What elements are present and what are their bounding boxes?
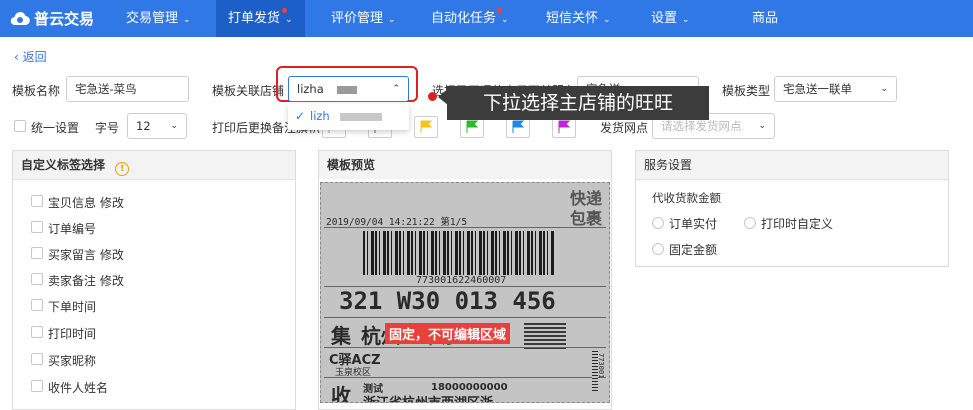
radio-label: 固定金额 <box>669 243 718 257</box>
chevron-down-icon: ⌄ <box>603 15 611 25</box>
receiver-address: 浙江省杭州市西湖区浙 <box>363 392 493 402</box>
back-link[interactable]: ‹ 返回 <box>14 48 47 65</box>
callout-dot <box>428 92 437 101</box>
notification-dot <box>497 8 502 13</box>
redacted-text <box>337 86 357 94</box>
print-datetime: 2019/09/04 14:21:22 第1/5 <box>326 217 468 228</box>
font-size-select[interactable]: 12 ⌄ <box>127 113 187 139</box>
tag-checkbox[interactable] <box>31 273 43 285</box>
store-label: 模板关联店铺 <box>212 84 285 98</box>
divider <box>324 347 606 348</box>
cod-amount-label: 代收货款金额 <box>652 191 721 205</box>
nav-item-trade[interactable]: 交易管理 ⌄ <box>126 0 191 37</box>
chevron-down-icon: ⌄ <box>501 15 509 25</box>
tag-label: 宝贝信息 修改 <box>48 196 124 210</box>
fixed-area-notice: 固定，不可编辑区域 <box>385 323 511 344</box>
divider <box>324 317 606 318</box>
nav-item-automation[interactable]: 自动化任务 ⌄ <box>431 0 509 37</box>
barcode <box>363 231 555 275</box>
chevron-down-icon: ⌄ <box>682 15 690 25</box>
type-label: 模板类型 <box>722 84 771 98</box>
tag-label: 买家昵称 <box>48 354 97 368</box>
chevron-down-icon: ⌄ <box>880 84 888 94</box>
tag-label: 买家留言 修改 <box>48 248 124 262</box>
store-dropdown-menu: ✓ lizh <box>288 104 409 130</box>
radio-order-paid[interactable] <box>652 217 664 229</box>
nav-item-products[interactable]: 商品 <box>752 0 778 37</box>
collect-char: 集 <box>331 324 351 348</box>
chevron-left-icon: ‹ <box>14 50 23 64</box>
chevron-down-icon: ⌄ <box>183 15 191 25</box>
store-select[interactable]: lizha ⌃ <box>288 76 409 102</box>
tag-label: 打印时间 <box>48 327 97 341</box>
tag-label: 订单编号 <box>48 222 97 236</box>
unified-setting-checkbox[interactable] <box>14 120 26 132</box>
tag-checkbox[interactable] <box>31 353 43 365</box>
template-name-input[interactable]: 宅急送-菜鸟 <box>66 76 189 102</box>
type-select[interactable]: 宅急送一联单 ⌄ <box>774 76 897 102</box>
tag-checkbox[interactable] <box>31 247 43 259</box>
receive-char: 收 <box>331 384 351 403</box>
flag-icon <box>420 120 432 133</box>
panel-header: 服务设置 <box>636 151 948 180</box>
tag-checkbox[interactable] <box>31 380 43 392</box>
flag-yellow-option[interactable] <box>414 116 438 138</box>
brand-logo[interactable]: 普云交易 <box>10 8 94 29</box>
side-number: 773001 <box>597 353 605 379</box>
store-option[interactable]: lizh <box>310 109 330 123</box>
package-text: 包裹 <box>569 209 602 228</box>
radio-label: 打印时自定义 <box>761 217 834 231</box>
info-circle-icon[interactable]: ! <box>115 162 130 176</box>
template-name-label: 模板名称 <box>12 84 61 98</box>
tag-checkbox[interactable] <box>31 221 43 233</box>
nav-item-print-ship[interactable]: 打单发货 ⌄ <box>216 0 305 37</box>
barcode-number: 773001622460007 <box>416 275 507 286</box>
nav-item-settings[interactable]: 设置 ⌄ <box>651 0 690 37</box>
cloud-logo-icon <box>10 11 30 25</box>
chevron-down-icon: ⌄ <box>170 121 178 131</box>
brand-name: 普云交易 <box>34 10 95 28</box>
redacted-text <box>340 113 382 121</box>
outlet-label: 发货网点 <box>600 121 649 135</box>
radio-label: 订单实付 <box>669 217 718 231</box>
font-size-label: 字号 <box>95 121 120 135</box>
tag-checkbox[interactable] <box>31 326 43 338</box>
callout-tooltip: 下拉选择主店铺的旺旺 <box>447 86 709 120</box>
panel-header: 自定义标签选择 ! <box>13 151 295 180</box>
chevron-down-icon: ⌄ <box>388 15 396 25</box>
flag-icon <box>466 120 478 133</box>
tag-checkbox[interactable] <box>31 195 43 207</box>
chevron-up-icon: ⌃ <box>392 84 400 94</box>
qr-stripes <box>524 323 566 349</box>
radio-fixed-amount[interactable] <box>652 243 664 255</box>
top-nav-bar: 普云交易 交易管理 ⌄ 打单发货 ⌄ 评价管理 ⌄ 自动化任务 ⌄ 短信关怀 ⌄ 设置 ⌄ … <box>0 0 973 37</box>
route-code: 321 W30 013 456 <box>339 287 556 315</box>
radio-custom-at-print[interactable] <box>744 217 756 229</box>
divider <box>324 227 606 228</box>
unified-setting-label: 统一设置 <box>31 121 80 135</box>
tag-checkbox[interactable] <box>31 299 43 311</box>
nav-item-sms[interactable]: 短信关怀 ⌄ <box>546 0 611 37</box>
divider <box>324 377 606 378</box>
chevron-down-icon: ⌄ <box>758 121 766 131</box>
nav-item-review[interactable]: 评价管理 ⌄ <box>331 0 396 37</box>
flag-icon <box>558 120 570 133</box>
check-icon: ✓ <box>295 109 306 123</box>
tag-label: 下单时间 <box>48 300 97 314</box>
panel-header: 模板预览 <box>319 151 611 179</box>
label-preview: 快递 包裹 2019/09/04 14:21:22 第1/5 773001622… <box>320 182 610 403</box>
chevron-down-icon: ⌄ <box>285 15 293 25</box>
tag-label: 卖家备注 修改 <box>48 274 124 288</box>
flag-icon <box>512 120 524 133</box>
tag-label: 收件人姓名 <box>48 381 109 395</box>
notification-dot <box>282 8 287 13</box>
